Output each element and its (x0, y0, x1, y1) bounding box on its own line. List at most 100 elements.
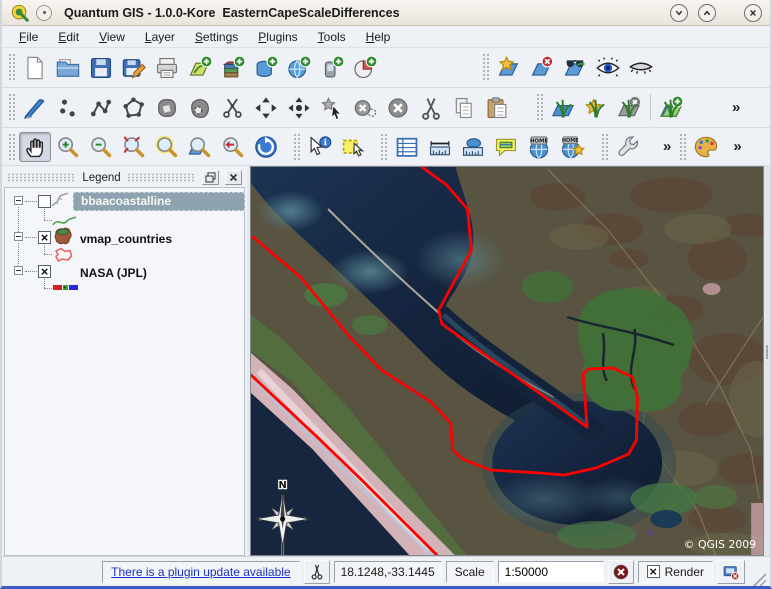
projection-status-button[interactable] (717, 560, 745, 584)
toolbar-handle[interactable] (601, 133, 608, 160)
node-tool-button[interactable] (283, 93, 315, 123)
add-to-overview-button[interactable] (559, 53, 591, 83)
move-vertex-button[interactable] (250, 93, 282, 123)
capture-polygon-button[interactable] (118, 93, 150, 123)
open-attribute-table-button[interactable] (391, 132, 423, 162)
symbol-red-outline-polygon[interactable] (51, 246, 77, 264)
legend-drag-handle[interactable] (127, 173, 196, 182)
toolbar-handle[interactable] (8, 133, 15, 160)
menu-tools[interactable]: Tools (309, 28, 355, 46)
toggle-mouse-position-button[interactable] (304, 560, 330, 584)
menu-help[interactable]: Help (357, 28, 400, 46)
minimize-button[interactable] (670, 4, 688, 22)
checkbox-nasa-jpl[interactable]: × (38, 265, 51, 278)
legend-header[interactable]: Legend (4, 168, 245, 187)
toolbar-handle[interactable] (380, 133, 387, 160)
menu-plugins[interactable]: Plugins (249, 28, 306, 46)
checkbox-vmap-countries[interactable]: × (38, 231, 51, 244)
layer-item-bbaacoastalline[interactable]: bbaacoastalline (73, 192, 245, 211)
maximize-button[interactable] (698, 4, 716, 22)
zoom-last-button[interactable] (217, 132, 249, 162)
zoom-in-button[interactable] (52, 132, 84, 162)
toolbar-handle[interactable] (293, 133, 300, 160)
pan-map-button[interactable] (19, 132, 51, 162)
toolbar-handle[interactable] (536, 93, 543, 122)
toolbar-extend-button[interactable]: » (659, 138, 675, 155)
decorations-button[interactable] (690, 132, 722, 162)
scale-input[interactable] (498, 561, 604, 583)
new-bookmark-button[interactable] (556, 132, 588, 162)
toolbar-handle[interactable] (8, 93, 15, 122)
map-canvas[interactable]: N © QGIS 2009 (251, 167, 763, 555)
stop-rendering-button[interactable] (608, 560, 634, 584)
legend-drag-handle[interactable] (7, 173, 76, 182)
capture-line-button[interactable] (85, 93, 117, 123)
add-wms-layer-button[interactable] (283, 53, 315, 83)
close-button[interactable] (744, 4, 762, 22)
toolbar-handle[interactable] (8, 53, 15, 82)
grass-tools-button[interactable] (655, 93, 687, 123)
toolbar-handle[interactable] (679, 133, 686, 160)
measure-line-button[interactable] (424, 132, 456, 162)
map-tips-button[interactable] (490, 132, 522, 162)
toolbar-handle[interactable] (482, 53, 489, 82)
render-checkbox[interactable]: × (647, 565, 660, 578)
zoom-to-layer-button[interactable] (184, 132, 216, 162)
split-features-button[interactable] (217, 93, 249, 123)
remove-layer-button[interactable] (526, 53, 558, 83)
new-project-button[interactable] (19, 53, 51, 83)
delete-selected-button[interactable] (382, 93, 414, 123)
expander-bbaacoastalline[interactable] (14, 196, 23, 205)
menu-file[interactable]: File (10, 28, 47, 46)
plugin-update-link[interactable]: There is a plugin update available (111, 565, 290, 579)
grass-open-mapset-button[interactable] (547, 93, 579, 123)
grass-new-mapset-button[interactable] (580, 93, 612, 123)
window-resize-grip[interactable] (751, 571, 766, 586)
layer-item-vmap-countries[interactable]: vmap_countries (80, 232, 172, 246)
save-project-button[interactable] (85, 53, 117, 83)
toolbar-extend-button[interactable]: » (728, 99, 744, 116)
add-postgis-layer-button[interactable] (250, 53, 282, 83)
render-toggle[interactable]: ×Render (638, 561, 713, 583)
grass-close-mapset-button[interactable] (613, 93, 645, 123)
move-feature-button[interactable] (151, 93, 183, 123)
select-features-button[interactable] (337, 132, 369, 162)
add-raster-layer-button[interactable] (217, 53, 249, 83)
symbol-rgb-colorbar[interactable] (51, 281, 81, 293)
print-composer-button[interactable] (151, 53, 183, 83)
expander-nasa-jpl[interactable] (14, 266, 23, 275)
refresh-map-button[interactable] (250, 132, 282, 162)
toolbar-extend-button[interactable]: » (729, 138, 745, 155)
identify-features-button[interactable] (304, 132, 336, 162)
legend-float-button[interactable] (202, 170, 219, 185)
layer-item-nasa-jpl[interactable]: NASA (JPL) (80, 266, 147, 280)
expander-vmap-countries[interactable] (14, 232, 23, 241)
copy-features-button[interactable] (448, 93, 480, 123)
right-panel-handle[interactable] (764, 166, 770, 556)
add-vector-layer-button[interactable] (184, 53, 216, 83)
menu-edit[interactable]: Edit (49, 28, 88, 46)
open-project-button[interactable] (52, 53, 84, 83)
capture-point-button[interactable] (52, 93, 84, 123)
delete-vertex-button[interactable] (316, 93, 348, 123)
zoom-full-extent-button[interactable] (118, 132, 150, 162)
delete-part-button[interactable] (349, 93, 381, 123)
toggle-editing-button[interactable] (19, 93, 51, 123)
add-wfs-layer-button[interactable] (349, 53, 381, 83)
cut-features-button[interactable] (415, 93, 447, 123)
options-button[interactable] (612, 132, 644, 162)
menu-view[interactable]: View (90, 28, 134, 46)
add-gps-layer-button[interactable] (316, 53, 348, 83)
show-all-layers-button[interactable] (592, 53, 624, 83)
add-ring-button[interactable] (184, 93, 216, 123)
save-project-as-button[interactable] (118, 53, 150, 83)
measure-area-button[interactable] (457, 132, 489, 162)
new-vector-layer-button[interactable] (493, 53, 525, 83)
legend-close-button[interactable] (225, 170, 242, 185)
window-menu-button[interactable] (36, 5, 52, 21)
menu-layer[interactable]: Layer (136, 28, 184, 46)
zoom-to-selection-button[interactable] (151, 132, 183, 162)
show-bookmarks-button[interactable] (523, 132, 555, 162)
menu-settings[interactable]: Settings (186, 28, 247, 46)
hide-all-layers-button[interactable] (625, 53, 657, 83)
